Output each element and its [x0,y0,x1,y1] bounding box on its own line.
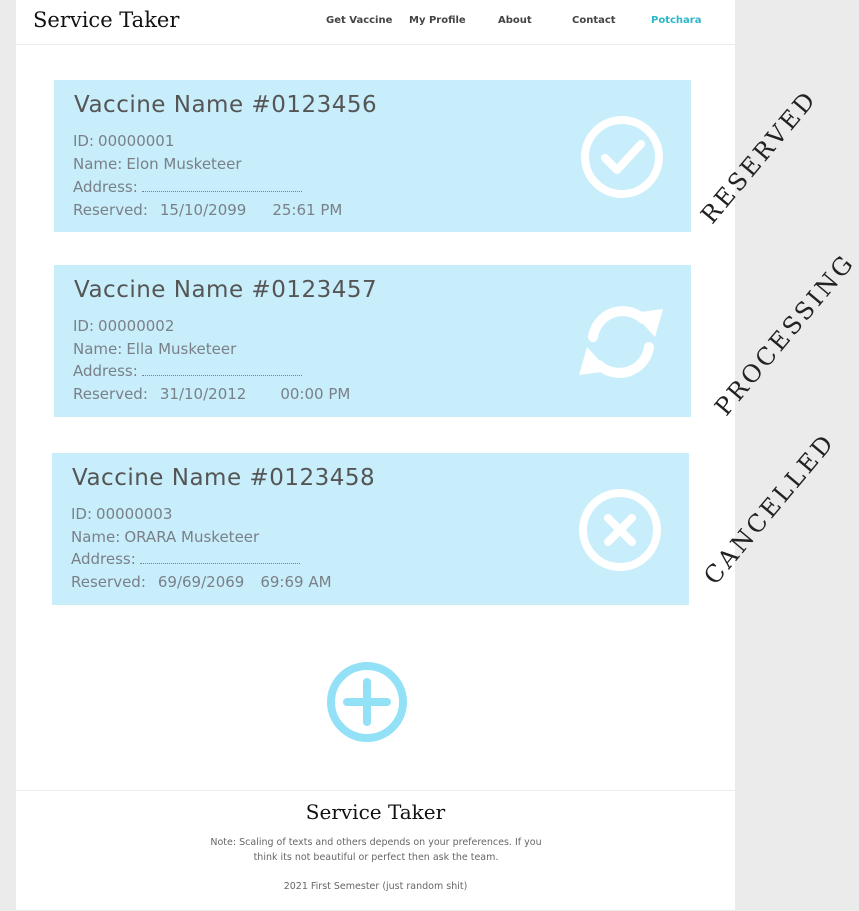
nav-contact[interactable]: Contact [572,15,616,26]
reserved-label: Reserved: [73,201,148,219]
name-line: Name: Elon Musketeer [73,155,242,173]
cancel-circle-icon [579,489,661,571]
reserved-label: Reserved: [73,385,148,403]
reserved-date: 31/10/2012 [159,385,247,403]
vaccine-card-cancelled[interactable]: Vaccine Name #0123458 ID: 00000003 Name: O… [52,453,689,605]
id-value: 00000003 [96,505,173,523]
vaccine-name: Vaccine Name #0123458 [72,465,376,491]
name-value: ORARA Musketeer [124,528,260,546]
navbar: Service Taker Get Vaccine My Profile Abo… [16,0,735,45]
address-line: Address: [73,178,302,196]
name-label: Name: [71,528,121,546]
add-reservation-button[interactable] [325,660,409,744]
id-value: 00000002 [98,317,175,335]
status-label-reserved: RESERVED [695,84,823,229]
id-line: ID: 00000002 [73,317,174,335]
nav-user-potchara[interactable]: Potchara [651,15,701,26]
address-placeholder-dots [141,181,302,192]
vaccine-card-processing[interactable]: Vaccine Name #0123457 ID: 00000002 Name: E… [54,265,691,417]
name-label: Name: [73,155,123,173]
reserved-time: 69:69 AM [260,573,332,591]
brand-title[interactable]: Service Taker [33,8,179,32]
id-line: ID: 00000001 [73,132,174,150]
footer-semester: 2021 First Semester (just random shit) [283,881,468,892]
nav-about[interactable]: About [498,15,532,26]
name-line: Name: Ella Musketeer [73,340,236,358]
name-value: Elon Musketeer [126,155,242,173]
id-line: ID: 00000003 [71,505,172,523]
address-label: Address: [73,362,138,380]
reserved-label: Reserved: [71,573,146,591]
vaccine-name: Vaccine Name #0123457 [74,277,378,303]
reserved-date: 69/69/2069 [157,573,245,591]
name-line: Name: ORARA Musketeer [71,528,259,546]
id-label: ID: [73,317,95,335]
status-label-processing: PROCESSING [709,248,859,421]
address-placeholder-dots [139,553,300,564]
reserved-date: 15/10/2099 [159,201,247,219]
footer-title: Service Taker [305,800,446,824]
refresh-icon [579,306,663,378]
vaccine-name: Vaccine Name #0123456 [74,92,378,118]
status-label-cancelled: CANCELLED [698,427,841,590]
id-label: ID: [73,132,95,150]
reserved-time: 25:61 PM [272,201,343,219]
reserved-line: Reserved: 15/10/2099 25:61 PM [73,201,342,219]
page-container: Service Taker Get Vaccine My Profile Abo… [16,0,859,911]
name-label: Name: [73,340,123,358]
id-value: 00000001 [98,132,175,150]
nav-get-vaccine[interactable]: Get Vaccine [326,15,392,26]
address-label: Address: [71,550,136,568]
reserved-line: Reserved: 69/69/2069 69:69 AM [71,573,332,591]
footer: Service Taker Note: Scaling of texts and… [16,790,735,911]
nav-my-profile[interactable]: My Profile [409,15,466,26]
address-line: Address: [71,550,300,568]
name-value: Ella Musketeer [126,340,237,358]
address-line: Address: [73,362,302,380]
footer-note: Note: Scaling of texts and others depend… [210,837,542,863]
vaccine-card-reserved[interactable]: Vaccine Name #0123456 ID: 00000001 Name: E… [54,80,691,232]
id-label: ID: [71,505,93,523]
reserved-line: Reserved: 31/10/2012 00:00 PM [73,385,350,403]
check-circle-icon [581,116,663,198]
reserved-time: 00:00 PM [280,385,351,403]
address-label: Address: [73,178,138,196]
address-placeholder-dots [141,365,302,376]
